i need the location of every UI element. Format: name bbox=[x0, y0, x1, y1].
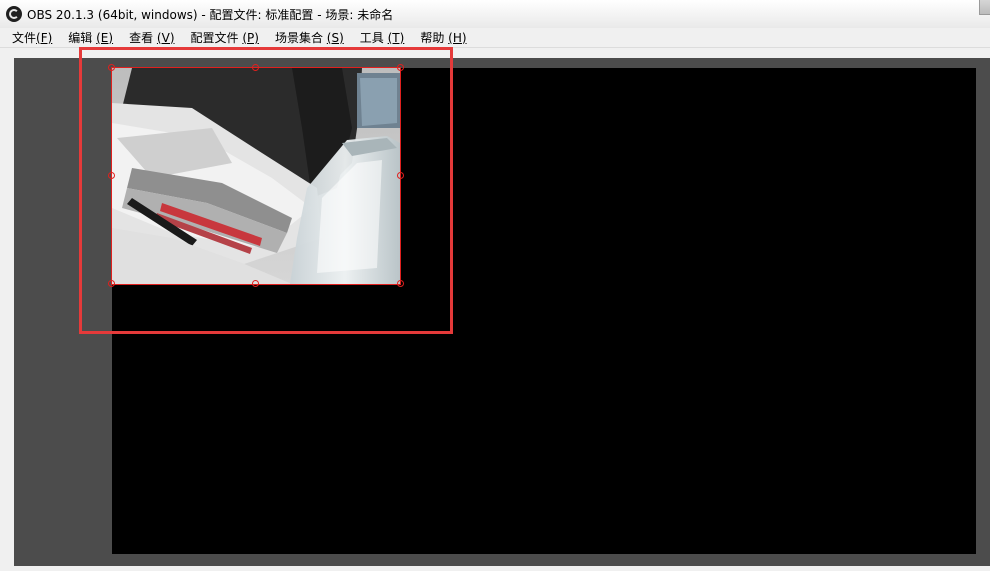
resize-handle-bottom-center[interactable] bbox=[252, 280, 259, 287]
menu-file[interactable]: 文件(F) bbox=[0, 28, 60, 48]
menu-tools-accel: (T) bbox=[387, 30, 405, 45]
menu-help-accel: (H) bbox=[448, 30, 467, 45]
window-controls-edge[interactable] bbox=[979, 0, 990, 15]
obs-logo-icon bbox=[6, 6, 22, 22]
preview-top-margin bbox=[0, 48, 990, 58]
menu-edit-label: 编辑 bbox=[68, 30, 93, 45]
menu-view-label: 查看 bbox=[129, 30, 154, 45]
menu-scene-collection-accel: (S) bbox=[326, 30, 344, 45]
bottom-window-edge bbox=[0, 566, 990, 571]
window-title: OBS 20.1.3 (64bit, windows) - 配置文件: 标准配置… bbox=[27, 7, 394, 22]
menu-bar: 文件(F) 编辑 (E) 查看 (V) 配置文件 (P) 场景集合 (S) 工具… bbox=[0, 28, 990, 48]
menu-scene-collection-label: 场景集合 bbox=[274, 30, 323, 45]
resize-handle-bottom-left[interactable] bbox=[108, 280, 115, 287]
menu-help[interactable]: 帮助 (H) bbox=[412, 28, 474, 48]
menu-file-label: 文件 bbox=[12, 30, 37, 45]
menu-profile[interactable]: 配置文件 (P) bbox=[183, 28, 267, 48]
menu-scene-collection[interactable]: 场景集合 (S) bbox=[267, 28, 352, 48]
menu-edit-accel: (E) bbox=[96, 30, 114, 45]
webcam-frame-image bbox=[112, 68, 400, 284]
menu-profile-label: 配置文件 bbox=[190, 30, 239, 45]
menu-view[interactable]: 查看 (V) bbox=[121, 28, 182, 48]
resize-handle-top-right[interactable] bbox=[397, 64, 404, 71]
menu-view-accel: (V) bbox=[156, 30, 175, 45]
resize-handle-bottom-right[interactable] bbox=[397, 280, 404, 287]
resize-handle-middle-left[interactable] bbox=[108, 172, 115, 179]
menu-tools[interactable]: 工具 (T) bbox=[352, 28, 413, 48]
menu-profile-accel: (P) bbox=[242, 30, 259, 45]
title-bar[interactable]: OBS 20.1.3 (64bit, windows) - 配置文件: 标准配置… bbox=[0, 0, 990, 28]
menu-file-accel: (F) bbox=[36, 30, 53, 45]
resize-handle-top-left[interactable] bbox=[108, 64, 115, 71]
resize-handle-top-center[interactable] bbox=[252, 64, 259, 71]
menu-tools-label: 工具 bbox=[359, 30, 384, 45]
obs-main-window: OBS 20.1.3 (64bit, windows) - 配置文件: 标准配置… bbox=[0, 0, 990, 571]
menu-edit[interactable]: 编辑 (E) bbox=[60, 28, 121, 48]
video-capture-source[interactable] bbox=[112, 68, 400, 284]
resize-handle-middle-right[interactable] bbox=[397, 172, 404, 179]
menu-help-label: 帮助 bbox=[420, 30, 445, 45]
